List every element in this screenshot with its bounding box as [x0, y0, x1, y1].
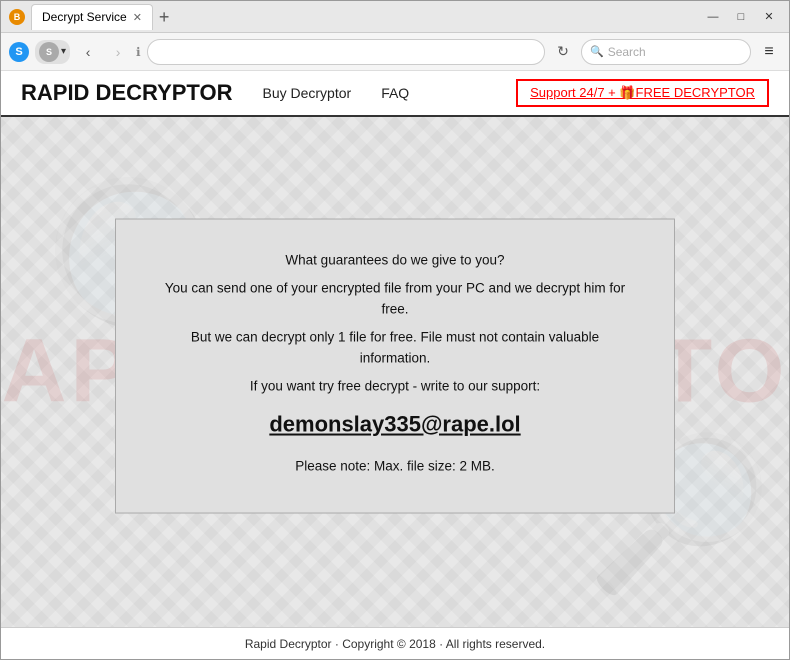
- navigation-bar: S S ▾ ‹ › ℹ ↻ 🔍 Search ≡: [1, 33, 789, 71]
- active-tab[interactable]: Decrypt Service ✕: [31, 4, 153, 30]
- back-button[interactable]: ‹: [76, 40, 100, 64]
- footer-text: Rapid Decryptor · Copyright © 2018 · All…: [245, 637, 545, 651]
- site-body: 🔍 🔍 RAPID DECRYPTOR What guarantees do w…: [1, 117, 789, 627]
- window-controls: — □ ✕: [701, 8, 781, 26]
- guarantee-heading: What guarantees do we give to you?: [156, 250, 634, 272]
- tab-close-button[interactable]: ✕: [133, 11, 142, 24]
- site-navigation: RAPID DECRYPTOR Buy Decryptor FAQ Suppor…: [1, 71, 789, 117]
- profile-icon[interactable]: S: [39, 42, 59, 62]
- contact-prompt: If you want try free decrypt - write to …: [156, 375, 634, 397]
- site-footer: Rapid Decryptor · Copyright © 2018 · All…: [1, 627, 789, 659]
- search-icon: 🔍: [590, 45, 604, 58]
- buy-decryptor-link[interactable]: Buy Decryptor: [262, 85, 351, 101]
- refresh-button[interactable]: ↻: [551, 40, 575, 64]
- search-placeholder: Search: [608, 45, 646, 59]
- address-bar[interactable]: [147, 39, 545, 65]
- free-decrypt-line1: You can send one of your encrypted file …: [156, 277, 634, 320]
- contact-email[interactable]: demonslay335@rape.lol: [156, 411, 634, 437]
- free-decrypt-line2: But we can decrypt only 1 file for free.…: [156, 326, 634, 369]
- site-title: RAPID DECRYPTOR: [21, 80, 232, 106]
- info-icon: ℹ: [136, 45, 141, 59]
- new-tab-button[interactable]: +: [153, 4, 176, 30]
- browser-brand-icon: S: [9, 42, 29, 62]
- browser-icon: B: [9, 9, 25, 25]
- tab-area: Decrypt Service ✕ +: [31, 4, 701, 30]
- title-bar: B Decrypt Service ✕ + — □ ✕: [1, 1, 789, 33]
- search-box[interactable]: 🔍 Search: [581, 39, 751, 65]
- tab-title: Decrypt Service: [42, 10, 127, 24]
- faq-link[interactable]: FAQ: [381, 85, 409, 101]
- page-content: RAPID DECRYPTOR Buy Decryptor FAQ Suppor…: [1, 71, 789, 659]
- maximize-button[interactable]: □: [729, 8, 753, 26]
- file-size-note: Please note: Max. file size: 2 MB.: [156, 455, 634, 477]
- content-box: What guarantees do we give to you? You c…: [115, 219, 675, 514]
- free-decryptor-button[interactable]: Support 24/7 + 🎁FREE DECRYPTOR: [516, 79, 769, 107]
- forward-button[interactable]: ›: [106, 40, 130, 64]
- browser-menu-button[interactable]: ≡: [757, 40, 781, 64]
- close-button[interactable]: ✕: [757, 8, 781, 26]
- browser-window: B Decrypt Service ✕ + — □ ✕ S S ▾ ‹ › ℹ …: [0, 0, 790, 660]
- minimize-button[interactable]: —: [701, 8, 725, 26]
